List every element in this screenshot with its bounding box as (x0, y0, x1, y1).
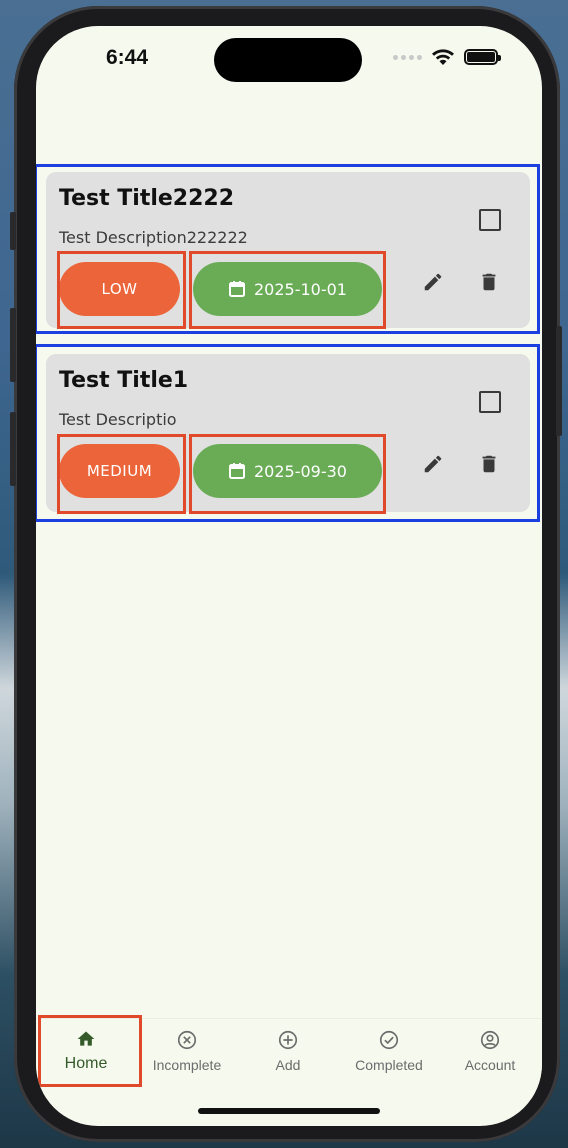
power-button (556, 326, 562, 436)
nav-item-account[interactable]: Account (440, 1029, 540, 1089)
trash-icon (482, 455, 496, 473)
wifi-icon (432, 49, 454, 65)
priority-highlight (57, 434, 186, 514)
app-screen: 6:44 Test Title2222 Test Description2222… (36, 26, 542, 1126)
due-date-highlight (189, 251, 386, 329)
nav-item-add[interactable]: Add (238, 1029, 338, 1089)
task-card[interactable]: Test Title1 Test Descriptio MEDIUM 2025-… (46, 354, 530, 514)
task-description: Test Descriptio (59, 410, 177, 429)
nav-item-completed[interactable]: Completed (339, 1029, 439, 1089)
task-description: Test Description222222 (59, 228, 248, 247)
action-button (10, 212, 16, 250)
trash-icon (482, 273, 496, 291)
bottom-navigation: Home Incomplete Add Completed Account (36, 1015, 542, 1098)
cellular-signal-icon (393, 54, 422, 60)
nav-label-incomplete: Incomplete (152, 1057, 222, 1073)
pencil-icon (424, 455, 442, 473)
task-title: Test Title1 (59, 368, 189, 393)
nav-label-account: Account (464, 1057, 516, 1073)
edit-button[interactable] (419, 268, 447, 296)
priority-highlight (57, 251, 186, 329)
volume-up-button (10, 308, 16, 382)
pencil-icon (424, 273, 442, 291)
nav-label-completed: Completed (355, 1057, 423, 1073)
plus-circle-icon (278, 1030, 298, 1050)
nav-label-add: Add (275, 1057, 301, 1073)
complete-checkbox[interactable] (479, 209, 501, 231)
complete-checkbox[interactable] (479, 391, 501, 413)
edit-button[interactable] (419, 450, 447, 478)
task-title: Test Title2222 (59, 186, 235, 211)
status-icons (393, 48, 501, 66)
delete-button[interactable] (475, 268, 503, 296)
nav-item-incomplete[interactable]: Incomplete (137, 1029, 237, 1089)
x-circle-icon (177, 1030, 197, 1050)
due-date-highlight (189, 434, 386, 514)
delete-button[interactable] (475, 450, 503, 478)
volume-down-button (10, 412, 16, 486)
check-circle-icon (379, 1030, 399, 1050)
home-highlight (38, 1015, 142, 1087)
home-indicator (198, 1108, 380, 1114)
task-card[interactable]: Test Title2222 Test Description222222 LO… (46, 172, 530, 329)
account-circle-icon (480, 1030, 500, 1050)
battery-icon (464, 49, 501, 65)
status-time: 6:44 (106, 46, 149, 69)
dynamic-island (214, 38, 362, 82)
